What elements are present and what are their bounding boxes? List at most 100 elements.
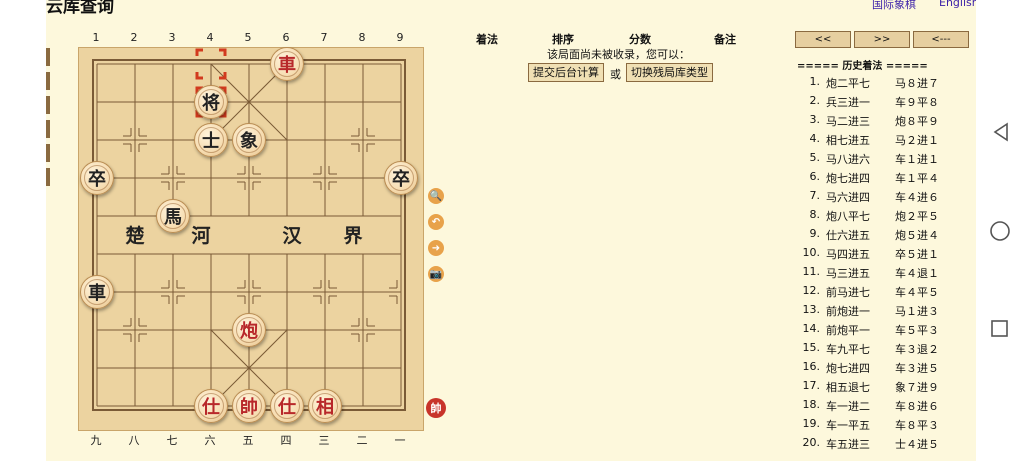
history-red-move: 炮八平七 <box>826 210 870 223</box>
piece-red[interactable]: 車 <box>270 47 304 81</box>
history-black-move: 士４进５ <box>895 438 939 451</box>
history-red-move: 马二进三 <box>826 115 870 128</box>
piece-black[interactable]: 馬 <box>156 199 190 233</box>
or-label: 或 <box>610 68 621 81</box>
history-red-move: 相七进五 <box>826 134 870 147</box>
page-title: 云库查询 <box>46 0 114 17</box>
history-row[interactable]: 17. 相五退七 象７进９ <box>798 379 976 398</box>
history-red-move: 前炮进一 <box>826 305 870 318</box>
side-tab[interactable] <box>46 72 50 90</box>
history-row[interactable]: 5. 马八进六 车１进１ <box>798 151 976 170</box>
side-tab[interactable] <box>46 168 50 186</box>
piece-black[interactable]: 士 <box>194 123 228 157</box>
link-english[interactable]: English <box>939 0 976 9</box>
history-red-move: 马六进四 <box>826 191 870 204</box>
history-red-move: 炮七进四 <box>826 362 870 375</box>
history-move-number: 3. <box>809 113 821 126</box>
history-row[interactable]: 11. 马三进五 车４退１ <box>798 265 976 284</box>
history-row[interactable]: 13. 前炮进一 马１进３ <box>798 303 976 322</box>
history-move-number: 11. <box>802 265 821 278</box>
history-red-move: 马八进六 <box>826 153 870 166</box>
history-black-move: 车４进６ <box>895 191 939 204</box>
search-icon[interactable]: 🔍 <box>428 188 444 204</box>
piece-black[interactable]: 卒 <box>384 161 418 195</box>
river-label: 汉 <box>282 225 302 247</box>
history-black-move: 车４平５ <box>895 286 939 299</box>
history-black-move: 卒５进１ <box>895 248 939 261</box>
not-found-message: 该局面尚未被收录，您可以： <box>547 48 690 61</box>
history-move-number: 13. <box>802 303 821 316</box>
history-row[interactable]: 15. 车九平七 车３退２ <box>798 341 976 360</box>
history-red-move: 前马进七 <box>826 286 870 299</box>
camera-icon[interactable]: 📷 <box>428 266 444 282</box>
file-coordinate: 5 <box>244 31 252 44</box>
history-row[interactable]: 8. 炮八平七 炮２平５ <box>798 208 976 227</box>
history-move-number: 1. <box>809 75 821 88</box>
piece-black[interactable]: 象 <box>232 123 266 157</box>
piece-red[interactable]: 仕 <box>270 389 304 423</box>
history-row[interactable]: 10. 马四进五 卒５进１ <box>798 246 976 265</box>
history-row[interactable]: 2. 兵三进一 车９平８ <box>798 94 976 113</box>
history-move-number: 9. <box>809 227 821 240</box>
piece-black[interactable]: 車 <box>80 275 114 309</box>
history-black-move: 马１进３ <box>895 305 939 318</box>
side-tab[interactable] <box>46 96 50 114</box>
piece-red[interactable]: 仕 <box>194 389 228 423</box>
history-row[interactable]: 1. 炮二平七 马８进７ <box>798 75 976 94</box>
history-black-move: 马２进１ <box>895 134 939 147</box>
app-window: 云库查询 国际象棋 English 1 2 3 4 5 6 7 8 9 九 八 七 六 五 四 三 二 一 楚 河… <box>46 0 976 461</box>
history-black-move: 象７进９ <box>895 381 939 394</box>
history-red-move: 车九平七 <box>826 343 870 356</box>
history-row[interactable]: 3. 马二进三 炮８平９ <box>798 113 976 132</box>
history-row[interactable]: 14. 前炮平一 车５平３ <box>798 322 976 341</box>
piece-black[interactable]: 卒 <box>80 161 114 195</box>
nav-last-button[interactable]: >> <box>854 31 910 48</box>
history-row[interactable]: 6. 炮七进四 车１平４ <box>798 170 976 189</box>
file-coordinate: 四 <box>280 434 292 447</box>
back-icon <box>993 122 1008 142</box>
history-title: ===== 历史着法 ===== <box>797 61 928 72</box>
history-black-move: 马８进７ <box>895 77 939 90</box>
piece-red[interactable]: 帥 <box>232 389 266 423</box>
turn-indicator-badge: 帥 <box>426 398 446 418</box>
history-red-move: 炮七进四 <box>826 172 870 185</box>
nav-back-button[interactable]: <--- <box>913 31 969 48</box>
last-move-marker <box>195 72 203 80</box>
home-icon <box>990 221 1010 241</box>
history-row[interactable]: 18. 车一进二 车８进６ <box>798 398 976 417</box>
switch-endgame-db-button[interactable]: 切换残局库类型 <box>626 63 713 82</box>
history-black-move: 车５平３ <box>895 324 939 337</box>
history-row[interactable]: 20. 车五进三 士４进５ <box>798 436 976 455</box>
side-tab[interactable] <box>46 120 50 138</box>
piece-black[interactable]: 将 <box>194 85 228 119</box>
file-coordinate: 二 <box>356 434 368 447</box>
history-row[interactable]: 16. 炮七进四 车３进５ <box>798 360 976 379</box>
piece-red[interactable]: 相 <box>308 389 342 423</box>
recents-icon <box>991 320 1008 337</box>
history-row[interactable]: 9. 仕六进五 炮５进４ <box>798 227 976 246</box>
history-red-move: 车五进三 <box>826 438 870 451</box>
river-label: 河 <box>191 225 210 247</box>
forward-icon[interactable]: ➜ <box>428 240 444 256</box>
nav-first-button[interactable]: << <box>795 31 851 48</box>
history-row[interactable]: 12. 前马进七 车４平５ <box>798 284 976 303</box>
file-coordinate: 8 <box>358 31 366 44</box>
submit-compute-button[interactable]: 提交后台计算 <box>528 63 604 82</box>
history-move-number: 6. <box>809 170 821 183</box>
river-label: 楚 <box>125 224 144 247</box>
link-international-chess[interactable]: 国际象棋 <box>872 0 916 12</box>
side-tab[interactable] <box>46 48 50 66</box>
history-black-move: 炮２平５ <box>895 210 939 223</box>
header-score: 分数 <box>629 33 651 46</box>
history-row[interactable]: 4. 相七进五 马２进１ <box>798 132 976 151</box>
history-row[interactable]: 7. 马六进四 车４进６ <box>798 189 976 208</box>
piece-red[interactable]: 炮 <box>232 313 266 347</box>
history-red-move: 车一进二 <box>826 400 870 413</box>
xiangqi-board[interactable]: 楚河汉界 車将士象卒卒馬車炮仕帥仕相 <box>78 47 424 431</box>
undo-icon[interactable]: ↶ <box>428 214 444 230</box>
file-coordinate: 2 <box>130 31 138 44</box>
history-row[interactable]: 19. 车一平五 车８平３ <box>798 417 976 436</box>
file-coordinate: 三 <box>318 434 330 447</box>
file-coordinate: 9 <box>396 31 404 44</box>
side-tab[interactable] <box>46 144 50 162</box>
